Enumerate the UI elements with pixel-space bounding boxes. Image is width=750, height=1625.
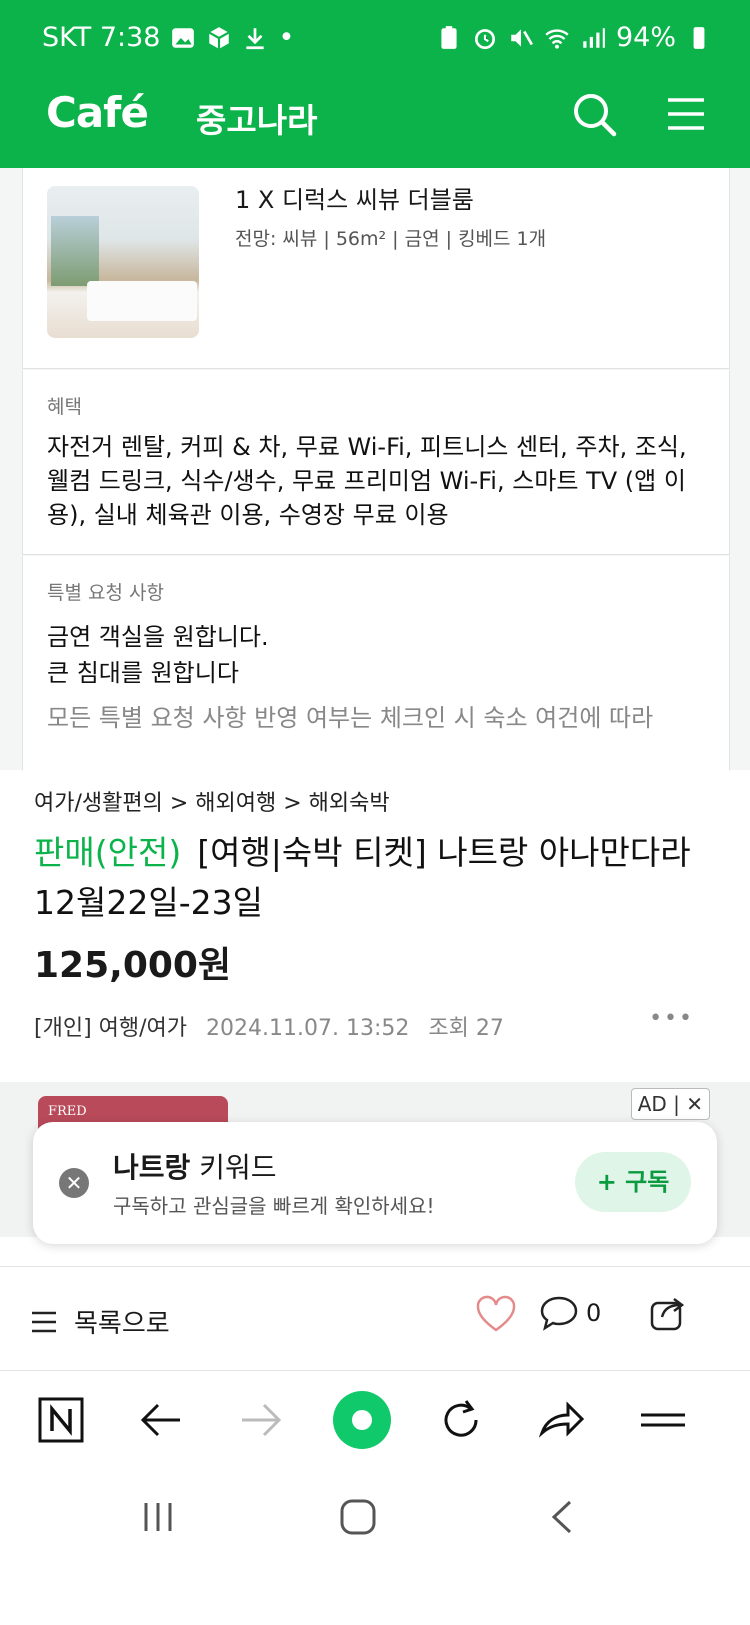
- benefit-card: 혜택 자전거 렌탈, 커피 & 차, 무료 Wi-Fi, 피트니스 센터, 주차…: [22, 370, 730, 555]
- keyword-popup: ✕ 나트랑 키워드 구독하고 관심글을 빠르게 확인하세요! + 구독: [33, 1122, 717, 1244]
- menu-icon[interactable]: [666, 94, 706, 134]
- alarm-icon: [474, 28, 496, 49]
- breadcrumb[interactable]: 여가/생활편의 > 해외여행 > 해외숙박: [34, 785, 390, 817]
- comment-button[interactable]: 0: [540, 1295, 601, 1331]
- gallery-icon: [172, 27, 195, 48]
- download-icon: [246, 27, 265, 49]
- app-header: Café 중고나라: [0, 80, 750, 168]
- ad-close-icon[interactable]: ✕: [686, 1092, 703, 1116]
- home-icon[interactable]: [333, 1391, 391, 1449]
- post-image[interactable]: 1 X 디럭스 씨뷰 더블룸 전망: 씨뷰 | 56m² | 금연 | 킹베드 …: [0, 168, 750, 770]
- notification-dot: •: [278, 22, 295, 53]
- naver-icon[interactable]: [36, 1395, 86, 1445]
- signal-icon: [583, 27, 605, 48]
- browser-toolbar: [0, 1371, 750, 1471]
- comment-icon: [540, 1296, 578, 1331]
- keyword-title: 나트랑 키워드: [113, 1146, 276, 1186]
- recent-apps-icon[interactable]: [140, 1499, 176, 1535]
- room-details: 전망: 씨뷰 | 56m² | 금연 | 킹베드 1개: [235, 228, 547, 250]
- list-icon: [32, 1311, 56, 1332]
- ad-badge[interactable]: AD | ✕: [630, 1088, 710, 1120]
- cafe-name[interactable]: 중고나라: [196, 94, 317, 142]
- carrier-time: SKT 7:38: [42, 22, 161, 53]
- room-title: 1 X 디럭스 씨뷰 더블룸: [235, 186, 474, 214]
- sale-badge: 판매(안전): [34, 833, 182, 872]
- ad-label: AD: [637, 1092, 667, 1116]
- like-heart-icon[interactable]: [476, 1295, 516, 1335]
- menu-icon[interactable]: [638, 1395, 688, 1445]
- benefit-label: 혜택: [47, 396, 82, 418]
- refresh-icon[interactable]: [436, 1395, 486, 1445]
- system-navigation: [0, 1471, 750, 1625]
- home-button-icon[interactable]: [338, 1497, 378, 1537]
- room-photo: [47, 186, 199, 338]
- clipboard-icon: [441, 25, 457, 49]
- share-arrow-icon[interactable]: [536, 1395, 586, 1445]
- request-label: 특별 요청 사항: [47, 582, 164, 604]
- request-card: 특별 요청 사항 금연 객실을 원합니다. 큰 침대를 원합니다 모든 특별 요…: [22, 556, 730, 770]
- share-icon[interactable]: [648, 1293, 688, 1333]
- cube-icon: [209, 26, 230, 49]
- post-title: 판매(안전) [여행|숙박 티켓] 나트랑 아나만다라 12월22일-23일: [34, 828, 714, 928]
- back-button-icon[interactable]: [548, 1499, 578, 1535]
- battery-percent: 94%: [615, 22, 676, 53]
- close-icon[interactable]: ✕: [59, 1168, 89, 1198]
- post-meta: [개인] 여행/여가 2024.11.07. 13:52 조회 27: [34, 1010, 504, 1042]
- battery-icon: [693, 26, 705, 49]
- keyword-suffix: 키워드: [190, 1151, 277, 1184]
- cafe-logo[interactable]: Café: [46, 88, 149, 137]
- seller-type: [개인] 여행/여가: [34, 1016, 188, 1041]
- request-note: 모든 특별 요청 사항 반영 여부는 체크인 시 숙소 여건에 따라: [47, 704, 654, 732]
- wifi-icon: [545, 28, 569, 49]
- keyword-subtitle: 구독하고 관심글을 빠르게 확인하세요!: [113, 1194, 435, 1218]
- mute-icon: [511, 28, 533, 47]
- more-options-icon[interactable]: •••: [649, 1006, 694, 1031]
- forward-arrow-icon[interactable]: [236, 1395, 286, 1445]
- room-card: 1 X 디럭스 씨뷰 더블룸 전망: 씨뷰 | 56m² | 금연 | 킹베드 …: [22, 168, 730, 369]
- action-row: 목록으로 0: [0, 1267, 750, 1369]
- back-to-list-button[interactable]: 목록으로: [30, 1303, 170, 1340]
- price: 125,000원: [34, 945, 232, 986]
- post-date: 2024.11.07. 13:52: [206, 1016, 410, 1041]
- status-bar: SKT 7:38 • 94%: [0, 0, 750, 80]
- request-line-2: 큰 침대를 원합니다: [47, 659, 239, 687]
- benefit-text: 자전거 렌탈, 커피 & 차, 무료 Wi-Fi, 피트니스 센터, 주차, 조…: [47, 433, 687, 529]
- request-line-1: 금연 객실을 원합니다.: [47, 623, 269, 651]
- keyword: 나트랑: [113, 1151, 191, 1184]
- subscribe-button[interactable]: + 구독: [575, 1152, 691, 1212]
- view-count: 조회 27: [428, 1016, 504, 1041]
- back-arrow-icon[interactable]: [136, 1395, 186, 1445]
- search-icon[interactable]: [570, 90, 620, 140]
- back-to-list-label: 목록으로: [74, 1309, 170, 1339]
- comment-count: 0: [586, 1299, 602, 1327]
